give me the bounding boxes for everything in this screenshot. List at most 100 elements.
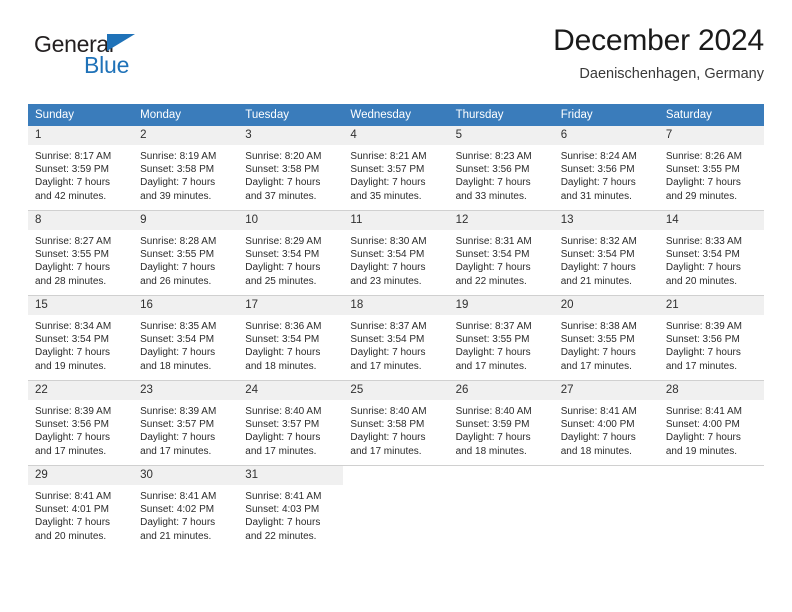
- sunrise-text: Sunrise: 8:41 AM: [560, 406, 637, 417]
- day-number: 2: [133, 126, 239, 145]
- day-number: 15: [28, 296, 134, 315]
- day-cell-inner: 6 Sunrise: 8:24 AM Sunset: 3:56 PM Dayli…: [553, 126, 659, 210]
- sunset-text: Sunset: 3:54 PM: [35, 334, 109, 346]
- day-cell[interactable]: 18 Sunrise: 8:37 AM Sunset: 3:54 PM Dayl…: [343, 295, 449, 380]
- sunset-text: Sunset: 4:00 PM: [560, 419, 635, 431]
- daylight-line2: and 21 minutes.: [140, 530, 212, 542]
- daylight-line2: and 31 minutes.: [560, 190, 632, 202]
- weekday-header-sunday: Sunday: [28, 104, 134, 126]
- day-cell[interactable]: 27 Sunrise: 8:41 AM Sunset: 4:00 PM Dayl…: [553, 380, 659, 465]
- day-cell[interactable]: 2 Sunrise: 8:19 AM Sunset: 3:58 PM Dayli…: [133, 126, 239, 210]
- daylight-line1: Daylight: 7 hours: [560, 432, 636, 444]
- sunrise-text: Sunrise: 8:41 AM: [665, 406, 742, 417]
- day-cell[interactable]: 14 Sunrise: 8:33 AM Sunset: 3:54 PM Dayl…: [658, 210, 764, 295]
- calendar-week-row: 1 Sunrise: 8:17 AM Sunset: 3:59 PM Dayli…: [28, 126, 764, 210]
- day-cell-inner: [448, 465, 554, 550]
- day-number: 23: [133, 381, 239, 400]
- daylight-line1: Daylight: 7 hours: [35, 177, 111, 189]
- day-cell-empty: [343, 465, 449, 550]
- day-number: [343, 466, 448, 485]
- day-cell[interactable]: 21 Sunrise: 8:39 AM Sunset: 3:56 PM Dayl…: [658, 295, 764, 380]
- day-cell-empty: [448, 465, 554, 550]
- daylight-line1: Daylight: 7 hours: [350, 177, 426, 189]
- daylight-line2: and 22 minutes.: [455, 275, 527, 287]
- day-number: 27: [553, 381, 659, 400]
- daylight-line1: Daylight: 7 hours: [455, 347, 531, 359]
- day-details: Sunrise: 8:23 AM Sunset: 3:56 PM Dayligh…: [449, 145, 554, 203]
- day-cell[interactable]: 31 Sunrise: 8:41 AM Sunset: 4:03 PM Dayl…: [238, 465, 344, 550]
- day-cell-inner: 13 Sunrise: 8:32 AM Sunset: 3:54 PM Dayl…: [553, 210, 659, 295]
- day-cell[interactable]: 6 Sunrise: 8:24 AM Sunset: 3:56 PM Dayli…: [553, 126, 659, 210]
- day-cell[interactable]: 4 Sunrise: 8:21 AM Sunset: 3:57 PM Dayli…: [343, 126, 449, 210]
- day-cell[interactable]: 1 Sunrise: 8:17 AM Sunset: 3:59 PM Dayli…: [28, 126, 134, 210]
- calendar-week-row: 29 Sunrise: 8:41 AM Sunset: 4:01 PM Dayl…: [28, 465, 764, 550]
- day-number: 3: [238, 126, 344, 145]
- daylight-line2: and 26 minutes.: [140, 275, 212, 287]
- day-cell[interactable]: 22 Sunrise: 8:39 AM Sunset: 3:56 PM Dayl…: [28, 380, 134, 465]
- calendar-body: 1 Sunrise: 8:17 AM Sunset: 3:59 PM Dayli…: [28, 126, 764, 550]
- weekday-header-saturday: Saturday: [658, 104, 764, 126]
- general-blue-logo: General Blue: [34, 32, 164, 84]
- day-details: Sunrise: 8:39 AM Sunset: 3:56 PM Dayligh…: [28, 400, 133, 458]
- day-cell-inner: 23 Sunrise: 8:39 AM Sunset: 3:57 PM Dayl…: [133, 380, 239, 465]
- day-cell[interactable]: 26 Sunrise: 8:40 AM Sunset: 3:59 PM Dayl…: [448, 380, 554, 465]
- day-cell-inner: 1 Sunrise: 8:17 AM Sunset: 3:59 PM Dayli…: [28, 126, 134, 210]
- sunrise-text: Sunrise: 8:39 AM: [140, 406, 217, 417]
- sunrise-text: Sunrise: 8:40 AM: [350, 406, 427, 417]
- sunrise-text: Sunrise: 8:40 AM: [455, 406, 532, 417]
- day-cell[interactable]: 12 Sunrise: 8:31 AM Sunset: 3:54 PM Dayl…: [448, 210, 554, 295]
- day-cell-inner: 27 Sunrise: 8:41 AM Sunset: 4:00 PM Dayl…: [553, 380, 659, 465]
- daylight-line2: and 21 minutes.: [560, 275, 632, 287]
- sunset-text: Sunset: 3:54 PM: [245, 249, 320, 261]
- sunrise-text: Sunrise: 8:19 AM: [140, 151, 217, 162]
- sunrise-text: Sunrise: 8:40 AM: [245, 406, 322, 417]
- day-cell-inner: 19 Sunrise: 8:37 AM Sunset: 3:55 PM Dayl…: [448, 295, 554, 380]
- day-cell[interactable]: 7 Sunrise: 8:26 AM Sunset: 3:55 PM Dayli…: [658, 126, 764, 210]
- day-cell[interactable]: 28 Sunrise: 8:41 AM Sunset: 4:00 PM Dayl…: [658, 380, 764, 465]
- day-cell[interactable]: 13 Sunrise: 8:32 AM Sunset: 3:54 PM Dayl…: [553, 210, 659, 295]
- sunset-text: Sunset: 3:59 PM: [455, 419, 530, 431]
- sunrise-text: Sunrise: 8:27 AM: [35, 236, 112, 247]
- sunrise-text: Sunrise: 8:39 AM: [35, 406, 112, 417]
- day-cell[interactable]: 19 Sunrise: 8:37 AM Sunset: 3:55 PM Dayl…: [448, 295, 554, 380]
- day-number: 6: [553, 126, 659, 145]
- day-cell[interactable]: 11 Sunrise: 8:30 AM Sunset: 3:54 PM Dayl…: [343, 210, 449, 295]
- day-cell[interactable]: 5 Sunrise: 8:23 AM Sunset: 3:56 PM Dayli…: [448, 126, 554, 210]
- page-header: General Blue December 2024 Daenischenhag…: [28, 22, 764, 100]
- weekday-header-thursday: Thursday: [448, 104, 554, 126]
- day-cell[interactable]: 20 Sunrise: 8:38 AM Sunset: 3:55 PM Dayl…: [553, 295, 659, 380]
- day-cell[interactable]: 15 Sunrise: 8:34 AM Sunset: 3:54 PM Dayl…: [28, 295, 134, 380]
- day-cell[interactable]: 17 Sunrise: 8:36 AM Sunset: 3:54 PM Dayl…: [238, 295, 344, 380]
- sunrise-text: Sunrise: 8:29 AM: [245, 236, 322, 247]
- daylight-line1: Daylight: 7 hours: [455, 432, 531, 444]
- daylight-line2: and 18 minutes.: [560, 445, 632, 457]
- sunrise-text: Sunrise: 8:20 AM: [245, 151, 322, 162]
- daylight-line2: and 17 minutes.: [560, 360, 632, 372]
- daylight-line2: and 18 minutes.: [455, 445, 527, 457]
- day-cell[interactable]: 16 Sunrise: 8:35 AM Sunset: 3:54 PM Dayl…: [133, 295, 239, 380]
- day-cell-inner: 20 Sunrise: 8:38 AM Sunset: 3:55 PM Dayl…: [553, 295, 659, 380]
- day-cell[interactable]: 24 Sunrise: 8:40 AM Sunset: 3:57 PM Dayl…: [238, 380, 344, 465]
- sunset-text: Sunset: 3:55 PM: [560, 334, 635, 346]
- day-number: 20: [553, 296, 659, 315]
- daylight-line2: and 20 minutes.: [35, 530, 107, 542]
- daylight-line2: and 33 minutes.: [455, 190, 527, 202]
- day-cell[interactable]: 8 Sunrise: 8:27 AM Sunset: 3:55 PM Dayli…: [28, 210, 134, 295]
- daylight-line2: and 18 minutes.: [140, 360, 212, 372]
- day-cell[interactable]: 23 Sunrise: 8:39 AM Sunset: 3:57 PM Dayl…: [133, 380, 239, 465]
- day-cell-empty: [553, 465, 659, 550]
- day-cell[interactable]: 25 Sunrise: 8:40 AM Sunset: 3:58 PM Dayl…: [343, 380, 449, 465]
- sunset-text: Sunset: 4:02 PM: [140, 504, 215, 516]
- day-details: Sunrise: 8:38 AM Sunset: 3:55 PM Dayligh…: [554, 315, 659, 373]
- day-details: Sunrise: 8:41 AM Sunset: 4:02 PM Dayligh…: [133, 485, 238, 543]
- day-cell[interactable]: 9 Sunrise: 8:28 AM Sunset: 3:55 PM Dayli…: [133, 210, 239, 295]
- sunset-text: Sunset: 3:57 PM: [350, 164, 425, 176]
- day-cell-inner: 22 Sunrise: 8:39 AM Sunset: 3:56 PM Dayl…: [28, 380, 134, 465]
- day-number: 4: [343, 126, 449, 145]
- day-cell[interactable]: 30 Sunrise: 8:41 AM Sunset: 4:02 PM Dayl…: [133, 465, 239, 550]
- day-cell[interactable]: 10 Sunrise: 8:29 AM Sunset: 3:54 PM Dayl…: [238, 210, 344, 295]
- daylight-line1: Daylight: 7 hours: [665, 262, 741, 274]
- day-cell[interactable]: 29 Sunrise: 8:41 AM Sunset: 4:01 PM Dayl…: [28, 465, 134, 550]
- day-number: 18: [343, 296, 449, 315]
- day-cell[interactable]: 3 Sunrise: 8:20 AM Sunset: 3:58 PM Dayli…: [238, 126, 344, 210]
